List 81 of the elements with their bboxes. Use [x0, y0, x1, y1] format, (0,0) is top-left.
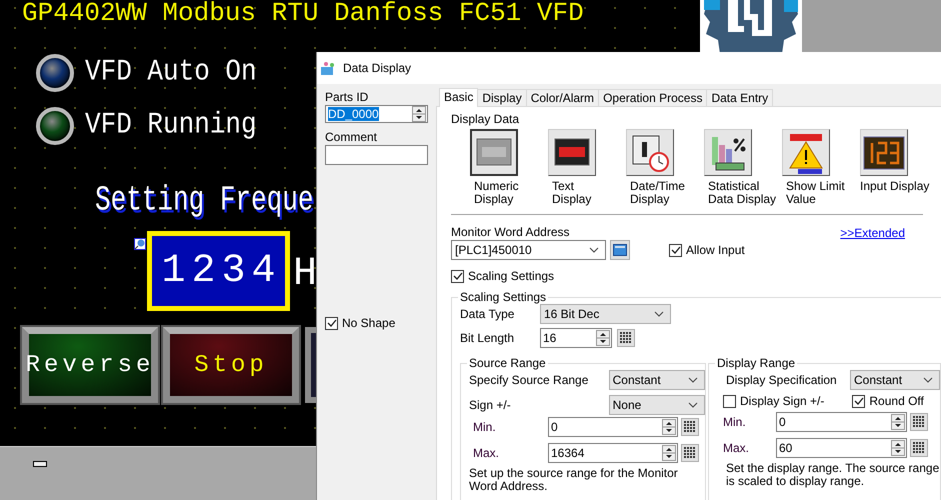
hmi-button[interactable]: Reverse	[22, 327, 158, 403]
help-text: Set the display range. The source range is scaled to display range.	[725, 462, 940, 488]
hmi-button[interactable]: Stop	[163, 327, 299, 403]
checkbox[interactable]: Allow Input	[669, 242, 745, 258]
check-icon	[326, 319, 336, 328]
field-label: Sign +/-	[469, 398, 512, 412]
field-label: Comment	[325, 130, 378, 145]
display-type-label: Text Display	[551, 180, 592, 206]
checkbox[interactable]: Round Off	[852, 394, 924, 409]
field-label: Bit Length	[460, 330, 516, 346]
check-icon	[670, 246, 680, 254]
spin-arrows-icon[interactable]	[596, 330, 610, 346]
range-field[interactable]: 0	[548, 417, 678, 437]
group-title: Source Range	[468, 356, 547, 370]
keypad-button[interactable]	[617, 329, 635, 347]
group-title: Scaling Settings	[459, 290, 548, 304]
unit-label: H	[293, 252, 318, 297]
app-icon	[321, 61, 337, 75]
field-label: Min.	[723, 414, 747, 430]
field-label: Display Specification	[726, 372, 838, 388]
keypad-button[interactable]	[681, 444, 699, 462]
field-label: Parts ID	[325, 90, 370, 105]
field-label: Max.	[723, 440, 750, 456]
lamp-label: VFD Auto On	[85, 54, 257, 88]
lamp-label: VFD Running	[85, 107, 257, 142]
magnifier-icon	[134, 238, 146, 250]
range-field[interactable]: 0	[776, 412, 907, 432]
field-label: Monitor Word Address	[451, 225, 570, 240]
numeric-display[interactable]: 1234	[147, 231, 290, 311]
check-icon	[452, 272, 462, 281]
calendar-clock-icon	[630, 132, 670, 172]
comment-field[interactable]	[325, 145, 428, 165]
checkbox[interactable]: No Shape	[325, 316, 436, 331]
display-type-label: Show Limit Value	[785, 180, 845, 206]
chevron-icon	[688, 402, 698, 408]
group-title: Display Range	[716, 356, 796, 370]
chevron-icon	[688, 377, 698, 383]
keypad-button[interactable]	[910, 439, 928, 457]
spin-arrows-icon[interactable]	[891, 440, 905, 456]
data-type-dropdown[interactable]: 16 Bit Dec	[540, 304, 671, 324]
chevron-icon	[654, 311, 664, 317]
window-title: Data Display	[343, 61, 412, 75]
section-label: Display Data	[451, 112, 520, 127]
spin-arrows-icon[interactable]	[662, 419, 676, 435]
display-type-button[interactable]	[470, 129, 518, 176]
address-keypad-button[interactable]	[610, 240, 630, 260]
tab[interactable]: Operation Process	[598, 89, 708, 106]
screen-title: GP4402WW Modbus RTU Danfoss FC51 VFD	[22, 0, 584, 26]
display-range-dropdown[interactable]: Constant	[850, 370, 940, 390]
parts-id-field[interactable]: DD_0000	[325, 105, 428, 123]
keypad-button[interactable]	[910, 413, 928, 431]
display-type-label: Statistical Data Display	[707, 180, 776, 206]
minimize-icon[interactable]	[33, 461, 47, 467]
display-type-label: Numeric Display	[473, 180, 519, 206]
display-type-label: Input Display	[860, 180, 930, 193]
check-icon	[854, 397, 864, 406]
bit-length-field[interactable]: 16	[540, 328, 612, 348]
field-label: Min.	[472, 420, 497, 434]
chevron-icon	[589, 247, 599, 253]
setting-label: Setting Freque	[95, 180, 314, 220]
extended-link[interactable]: >>Extended	[840, 226, 905, 240]
display-type-label: Date/Time Display	[629, 180, 685, 206]
field-label: Data Type	[460, 306, 516, 322]
tab[interactable]: Data Entry	[706, 89, 774, 106]
field-label: Specify Source Range	[469, 372, 590, 388]
keypad-button[interactable]	[681, 418, 699, 436]
checkbox[interactable]: Display Sign +/-	[723, 394, 824, 409]
spin-arrows-icon[interactable]	[412, 106, 426, 122]
range-field[interactable]: 16364	[548, 443, 678, 463]
tab[interactable]: Display	[477, 89, 527, 106]
address-dropdown[interactable]: [PLC1]450010	[451, 240, 606, 260]
field-label: Max.	[472, 446, 500, 460]
help-text: Set up the source range for the Monitor Word Address.	[469, 467, 679, 493]
spin-arrows-icon[interactable]	[662, 445, 676, 461]
chevron-icon	[923, 377, 933, 383]
source-range-dropdown[interactable]: Constant	[608, 370, 705, 390]
checkbox[interactable]: Scaling Settings	[451, 269, 554, 284]
spin-arrows-icon[interactable]	[891, 414, 905, 430]
tab[interactable]: Basic	[439, 88, 478, 107]
range-field[interactable]: 60	[776, 438, 907, 458]
sign-dropdown[interactable]: None	[608, 395, 705, 415]
